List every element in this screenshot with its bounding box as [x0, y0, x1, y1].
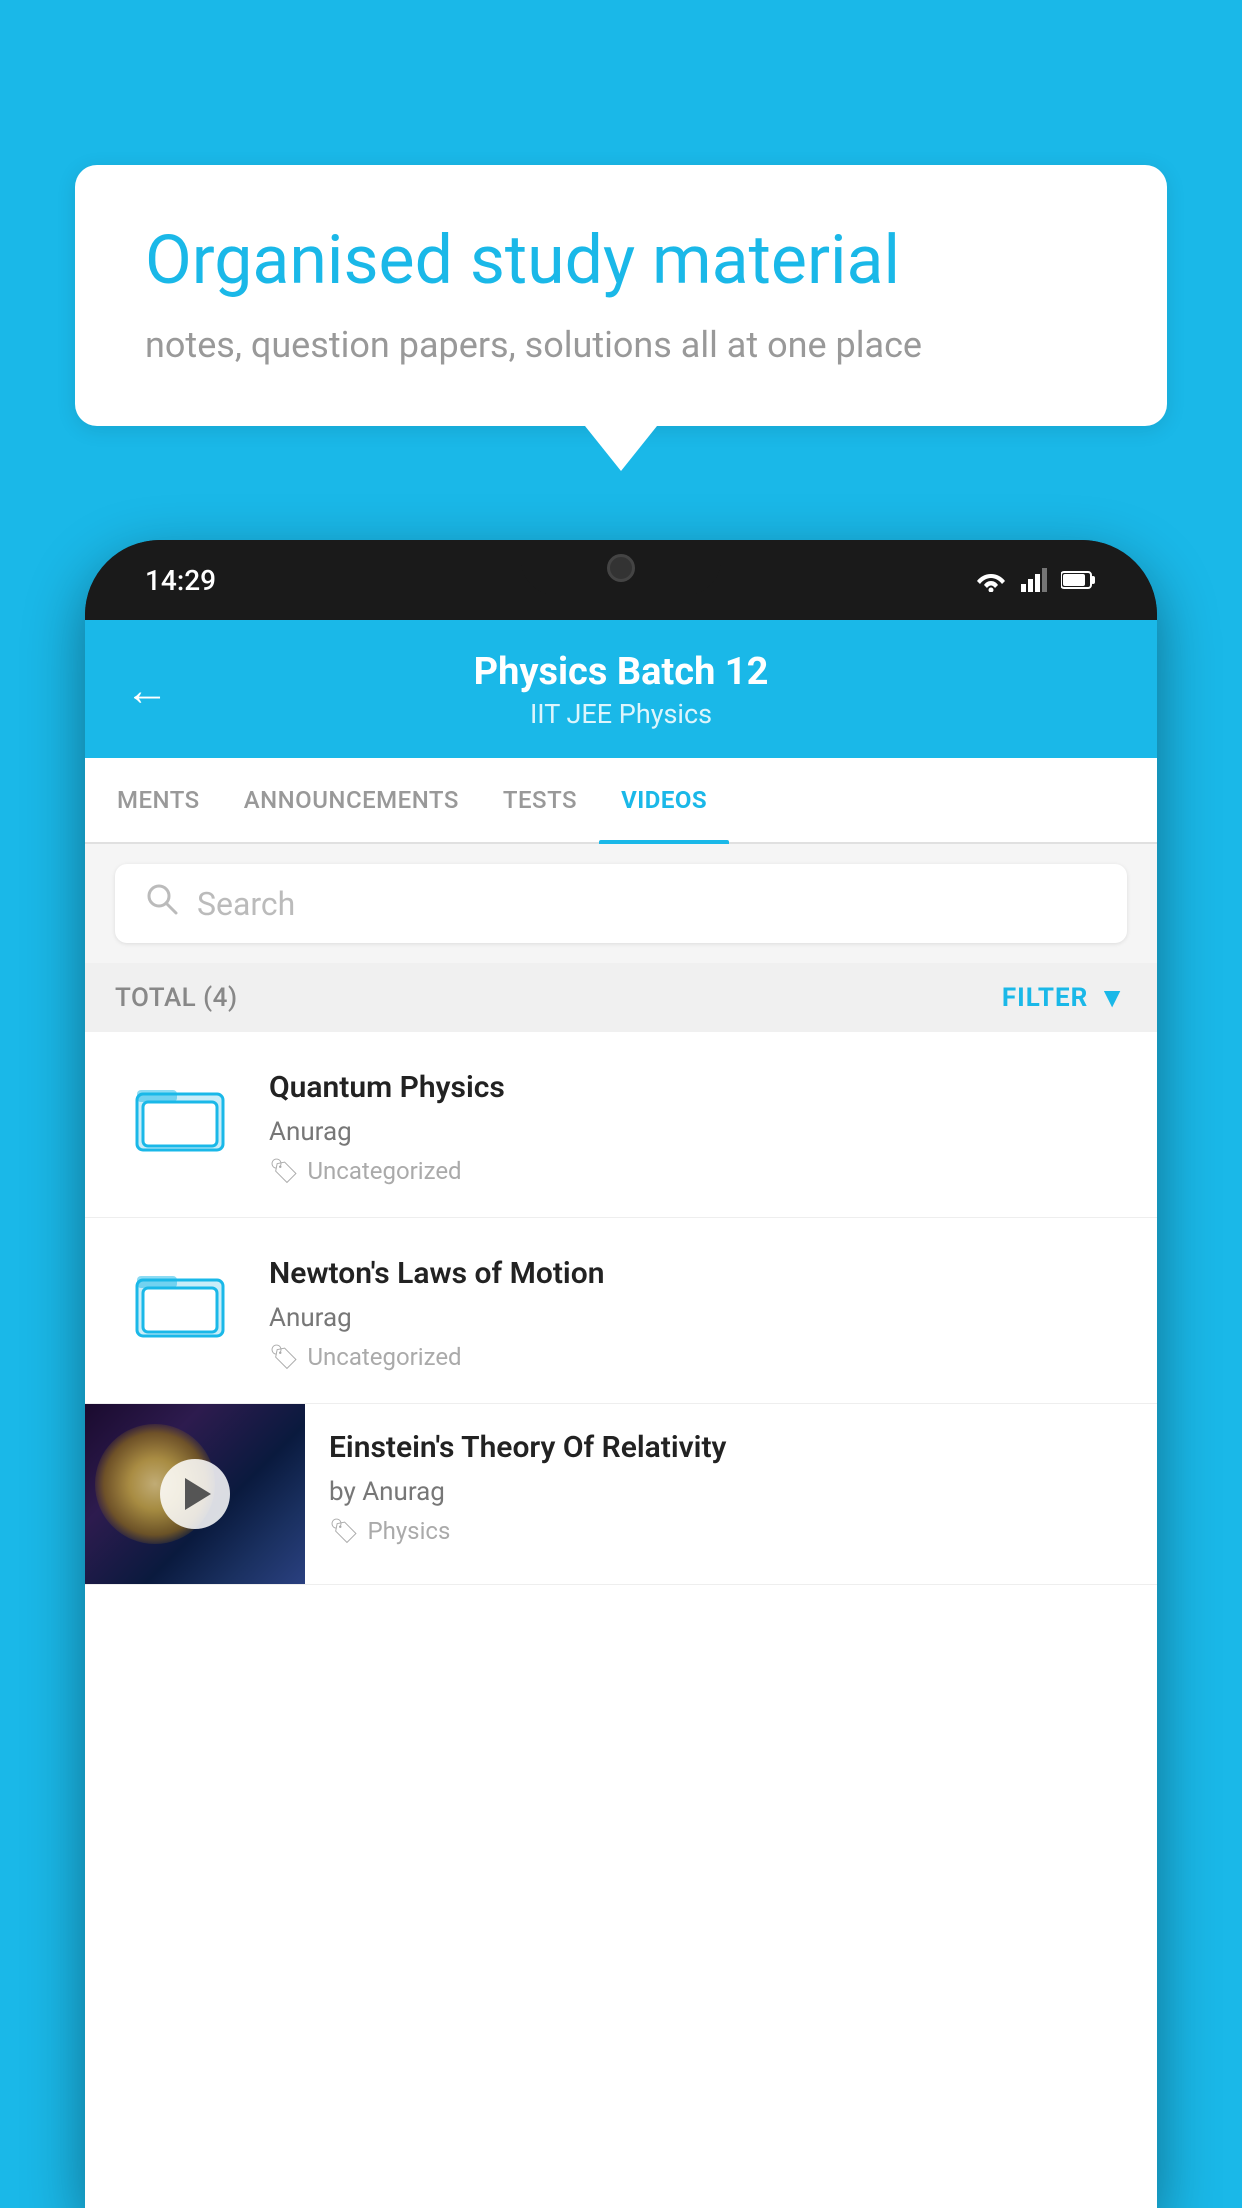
status-time: 14:29 [145, 564, 216, 597]
search-icon [145, 882, 179, 925]
video-info-2: Newton's Laws of Motion Anurag 🏷 Uncateg… [269, 1250, 1127, 1371]
phone-notch [521, 540, 721, 595]
search-container: Search [85, 844, 1157, 963]
folder-thumbnail-1 [115, 1064, 245, 1164]
video-tag-2: 🏷 Uncategorized [269, 1343, 1127, 1371]
search-bar[interactable]: Search [115, 864, 1127, 943]
app-content: ← Physics Batch 12 IIT JEE Physics MENTS… [85, 620, 1157, 2208]
bubble-subtitle: notes, question papers, solutions all at… [145, 324, 1097, 366]
filter-funnel-icon: ▼ [1098, 981, 1127, 1014]
back-button[interactable]: ← [125, 664, 169, 716]
list-item[interactable]: Einstein's Theory Of Relativity by Anura… [85, 1404, 1157, 1585]
wifi-icon [975, 568, 1007, 592]
speech-bubble: Organised study material notes, question… [75, 165, 1167, 426]
video-author-1: Anurag [269, 1117, 1127, 1147]
tag-icon-2: 🏷 [269, 1343, 299, 1371]
video-author-2: Anurag [269, 1303, 1127, 1333]
video-info-3: Einstein's Theory Of Relativity by Anura… [305, 1404, 1157, 1569]
filter-button[interactable]: FILTER ▼ [1002, 981, 1127, 1014]
tab-tests[interactable]: TESTS [481, 758, 599, 842]
filter-label: FILTER [1002, 983, 1088, 1013]
signal-icon [1021, 568, 1047, 592]
app-header: ← Physics Batch 12 IIT JEE Physics [85, 620, 1157, 758]
video-title-2: Newton's Laws of Motion [269, 1254, 1127, 1293]
video-tag-1: 🏷 Uncategorized [269, 1157, 1127, 1185]
tag-icon-1: 🏷 [269, 1157, 299, 1185]
speech-bubble-section: Organised study material notes, question… [75, 165, 1167, 426]
search-placeholder: Search [197, 885, 295, 923]
folder-icon [135, 1260, 225, 1340]
video-tag-3: 🏷 Physics [329, 1517, 1137, 1545]
video-title-3: Einstein's Theory Of Relativity [329, 1428, 1137, 1467]
header-title-group: Physics Batch 12 IIT JEE Physics [199, 650, 1043, 730]
list-item[interactable]: Quantum Physics Anurag 🏷 Uncategorized [85, 1032, 1157, 1218]
bubble-title: Organised study material [145, 220, 1097, 302]
status-icons [975, 568, 1097, 592]
video-title-1: Quantum Physics [269, 1068, 1127, 1107]
header-subtitle: IIT JEE Physics [199, 698, 1043, 730]
header-title: Physics Batch 12 [199, 650, 1043, 694]
battery-icon [1061, 570, 1097, 590]
play-button[interactable] [160, 1459, 230, 1529]
tabs-bar: MENTS ANNOUNCEMENTS TESTS VIDEOS [85, 758, 1157, 844]
tab-ments[interactable]: MENTS [95, 758, 222, 842]
tag-label-1: Uncategorized [307, 1157, 461, 1185]
play-triangle-icon [185, 1478, 211, 1510]
tag-label-3: Physics [367, 1517, 450, 1545]
folder-icon [135, 1074, 225, 1154]
video-info-1: Quantum Physics Anurag 🏷 Uncategorized [269, 1064, 1127, 1185]
list-item[interactable]: Newton's Laws of Motion Anurag 🏷 Uncateg… [85, 1218, 1157, 1404]
tag-icon-3: 🏷 [329, 1517, 359, 1545]
video-author-3: by Anurag [329, 1477, 1137, 1507]
phone-frame: 14:29 [85, 540, 1157, 2208]
tab-announcements[interactable]: ANNOUNCEMENTS [222, 758, 481, 842]
status-bar: 14:29 [85, 540, 1157, 620]
filter-bar: TOTAL (4) FILTER ▼ [85, 963, 1157, 1032]
tag-label-2: Uncategorized [307, 1343, 461, 1371]
video-list: Quantum Physics Anurag 🏷 Uncategorized [85, 1032, 1157, 1585]
folder-thumbnail-2 [115, 1250, 245, 1350]
phone-camera [607, 554, 635, 582]
einstein-thumbnail [85, 1404, 305, 1584]
tab-videos[interactable]: VIDEOS [599, 758, 729, 842]
total-count: TOTAL (4) [115, 983, 238, 1013]
